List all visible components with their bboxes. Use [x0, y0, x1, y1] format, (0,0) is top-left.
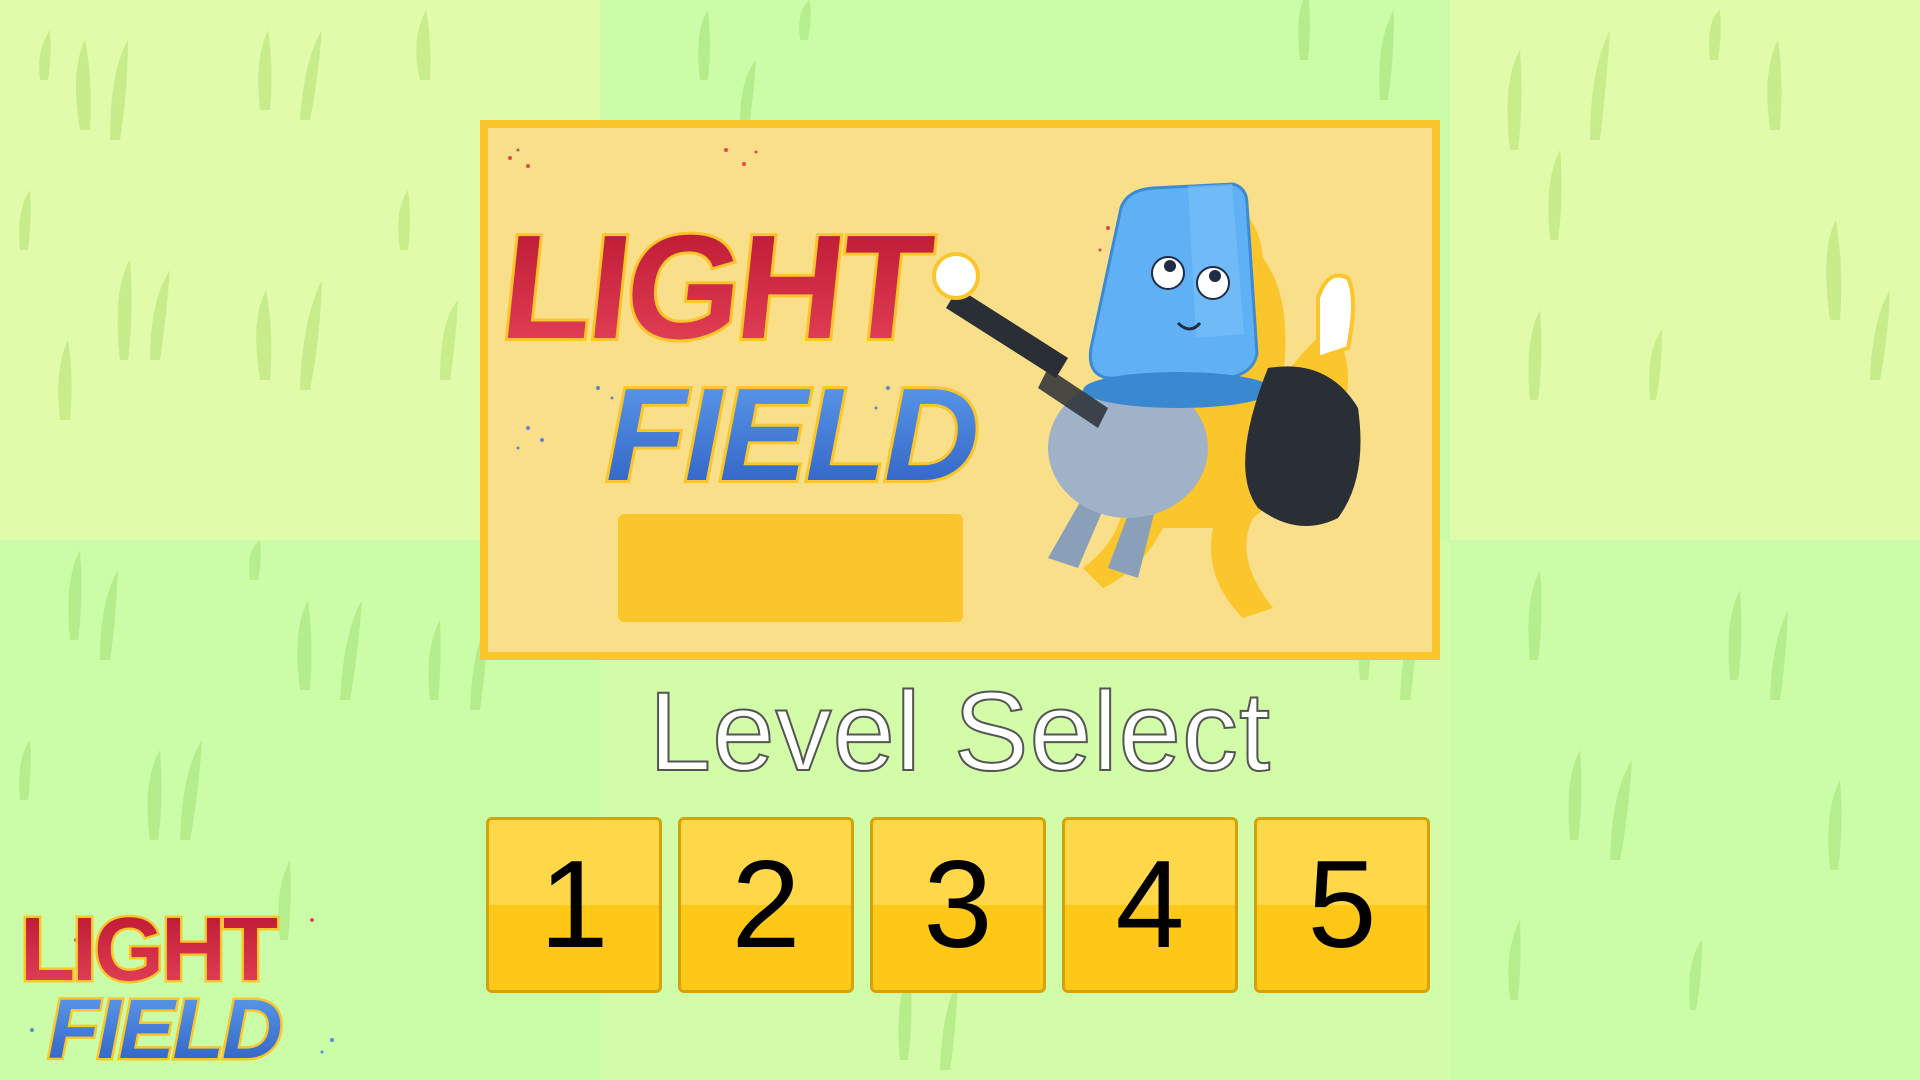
grass-tile — [1450, 0, 1920, 540]
screen-title: Level Select — [648, 669, 1272, 794]
banner-subtitle-bar — [618, 514, 963, 622]
corner-logo: LIGHT FIELD — [12, 880, 352, 1079]
svg-text:LIGHT: LIGHT — [495, 205, 940, 370]
level-select-screen: LIGHT FIELD Level Select 1 2 3 4 5 LIGHT… — [0, 0, 1920, 1080]
level-1-button[interactable]: 1 — [486, 817, 662, 993]
level-2-button[interactable]: 2 — [678, 817, 854, 993]
level-button-label: 2 — [731, 836, 801, 974]
title-banner: LIGHT FIELD — [480, 120, 1440, 660]
level-5-button[interactable]: 5 — [1254, 817, 1430, 993]
svg-text:FIELD: FIELD — [606, 361, 977, 508]
logo-field-word: FIELD — [603, 358, 982, 511]
level-button-label: 1 — [539, 836, 609, 974]
grass-tile — [1450, 540, 1920, 1080]
level-button-label: 5 — [1307, 836, 1377, 974]
logo-light-word: LIGHT — [492, 202, 943, 373]
mascot-icon — [932, 182, 1361, 618]
level-button-label: 4 — [1115, 836, 1185, 974]
level-3-button[interactable]: 3 — [870, 817, 1046, 993]
level-4-button[interactable]: 4 — [1062, 817, 1238, 993]
corner-logo-line2: FIELD — [48, 982, 281, 1070]
level-button-row: 1 2 3 4 5 — [486, 817, 1434, 995]
level-button-label: 3 — [923, 836, 993, 974]
